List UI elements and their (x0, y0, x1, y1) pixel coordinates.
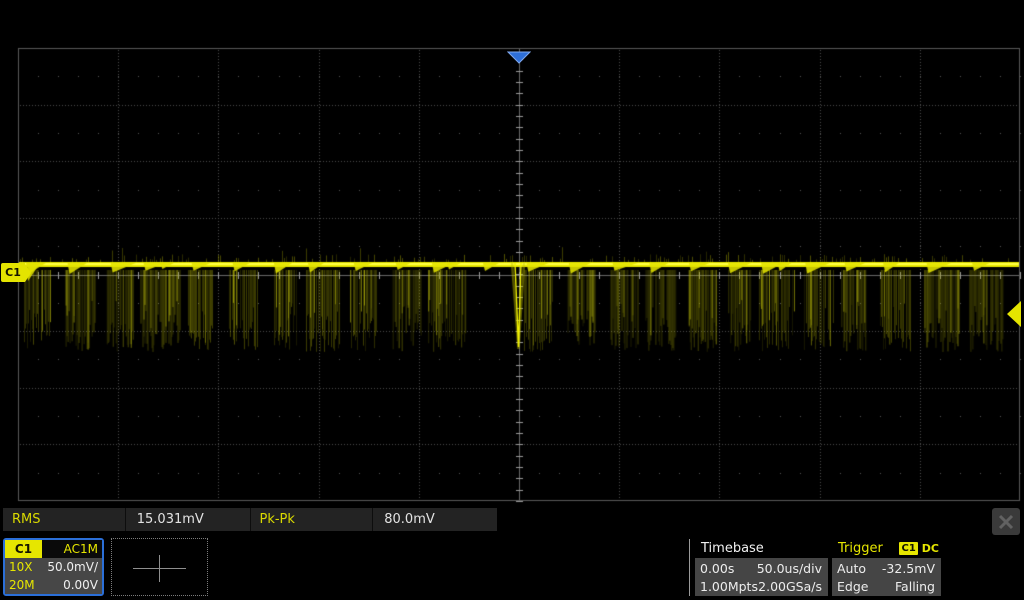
channel-c1-descriptor[interactable]: C1 AC1M 10X 50.0mV/ 20M 0.00V (3, 538, 104, 596)
close-icon (998, 514, 1014, 530)
waveform-display[interactable] (0, 0, 1024, 512)
trigger-position-marker[interactable] (507, 49, 531, 62)
panel-separator (689, 539, 690, 596)
descriptor-bar: C1 AC1M 10X 50.0mV/ 20M 0.00V Timebase (0, 536, 1024, 600)
channel-name-chip[interactable]: C1 (5, 540, 42, 558)
channel-coupling: AC1M (42, 540, 102, 558)
timebase-delay: 0.00s (700, 561, 734, 576)
trigger-type: Edge (837, 579, 868, 594)
trigger-title: Trigger (838, 541, 883, 556)
plus-icon (159, 555, 160, 582)
timebase-scale: 50.0us/div (757, 561, 822, 576)
channel-bandwidth: 20M (9, 578, 35, 592)
trigger-level: -32.5mV (882, 561, 935, 576)
oscilloscope-screen: C1 RMS 15.031mV Pk-Pk 80.0mV C1 AC1M 10X… (0, 0, 1024, 600)
timebase-sample-rate: 2.00GSa/s (758, 579, 822, 594)
channel-c1-level-marker[interactable]: C1 (1, 263, 25, 282)
measurement-2-label[interactable]: Pk-Pk (251, 508, 373, 531)
measurement-1-value: 15.031mV (126, 508, 250, 531)
timebase-title: Timebase (701, 541, 764, 556)
add-trace-button[interactable] (111, 538, 208, 596)
measurement-2-value: 80.0mV (373, 508, 497, 531)
timebase-memory-depth: 1.00Mpts (700, 579, 758, 594)
trigger-level-icon (1007, 301, 1021, 327)
channel-marker-label: C1 (5, 266, 21, 279)
trigger-coupling: DC (922, 542, 939, 555)
close-measurements-button[interactable] (992, 508, 1020, 535)
channel-offset: 0.00V (63, 578, 98, 592)
trigger-descriptor[interactable]: Trigger C1 DC Auto -32.5mV Edge Falling (832, 539, 941, 596)
channel-attenuation: 10X (9, 560, 33, 574)
timebase-descriptor[interactable]: Timebase 0.00s 50.0us/div 1.00Mpts 2.00G… (695, 539, 828, 596)
trigger-source-chip: C1 (899, 542, 917, 555)
trigger-mode: Auto (837, 561, 866, 576)
channel-scale: 50.0mV/ (47, 560, 98, 574)
measurement-1-label[interactable]: RMS (3, 508, 125, 531)
trigger-position-icon (507, 51, 531, 64)
trigger-slope: Falling (895, 579, 935, 594)
measurement-bar[interactable]: RMS 15.031mV Pk-Pk 80.0mV (3, 508, 497, 531)
trigger-level-marker[interactable] (1007, 301, 1021, 327)
